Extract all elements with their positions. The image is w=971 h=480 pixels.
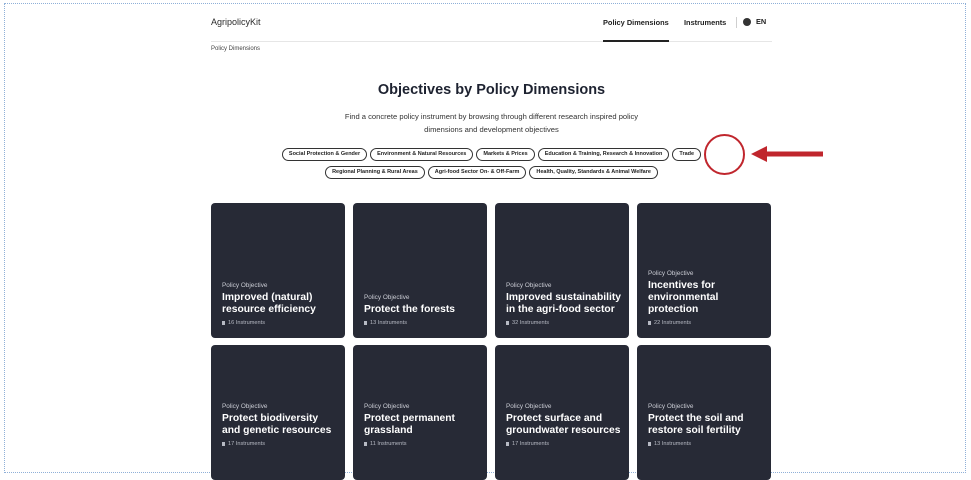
card-kicker: Policy Objective	[364, 294, 410, 301]
document-icon	[648, 321, 651, 325]
card-instrument-count: 16 Instruments	[228, 320, 265, 326]
card-instrument-count: 22 Instruments	[654, 320, 691, 326]
dimension-pill-education[interactable]: Education & Training, Research & Innovat…	[537, 148, 670, 161]
breadcrumb[interactable]: Policy Dimensions	[211, 46, 260, 52]
objective-card[interactable]: Policy Objective Improved (natural) reso…	[211, 203, 345, 338]
nav-instruments[interactable]: Instruments	[684, 18, 726, 27]
card-title: Protect the soil and restore soil fertil…	[648, 413, 744, 436]
dimension-pill-markets[interactable]: Markets & Prices	[476, 148, 535, 161]
page-subtitle: Find a concrete policy instrument by bro…	[344, 112, 639, 134]
dimension-pill-social-protection[interactable]: Social Protection & Gender	[281, 148, 368, 161]
page: AgripolicyKit Policy Dimensions Instrume…	[211, 0, 772, 480]
dimension-filters: Social Protection & Gender Environment &…	[211, 148, 772, 184]
language-label: EN	[756, 17, 767, 26]
objective-card[interactable]: Policy Objective Incentives for environm…	[637, 203, 771, 338]
objective-card[interactable]: Policy Objective Protect permanent grass…	[353, 345, 487, 480]
document-icon	[506, 442, 509, 446]
dimension-pill-regional-planning[interactable]: Regional Planning & Rural Areas	[325, 166, 425, 179]
highlight-circle-annotation	[704, 134, 745, 175]
language-switcher[interactable]: EN	[743, 17, 766, 26]
objective-card[interactable]: Policy Objective Protect the forests 13 …	[353, 203, 487, 338]
card-title: Incentives for environmental protection	[648, 280, 719, 315]
dimension-pill-trade[interactable]: Trade	[672, 148, 702, 161]
objective-card[interactable]: Policy Objective Protect the soil and re…	[637, 345, 771, 480]
card-instrument-count: 17 Instruments	[512, 441, 549, 447]
card-instrument-count: 32 Instruments	[512, 320, 549, 326]
card-kicker: Policy Objective	[222, 282, 268, 289]
document-icon	[364, 442, 367, 446]
document-icon	[222, 321, 225, 325]
card-kicker: Policy Objective	[364, 403, 410, 410]
page-title: Objectives by Policy Dimensions	[377, 82, 606, 98]
objective-card[interactable]: Policy Objective Protect surface and gro…	[495, 345, 629, 480]
card-title: Protect permanent grassland	[364, 413, 455, 436]
card-instrument-count: 17 Instruments	[228, 441, 265, 447]
objective-card[interactable]: Policy Objective Protect biodiversity an…	[211, 345, 345, 480]
card-kicker: Policy Objective	[506, 403, 552, 410]
objective-card[interactable]: Policy Objective Improved sustainability…	[495, 203, 629, 338]
brand-logo[interactable]: AgripolicyKit	[211, 17, 261, 27]
document-icon	[364, 321, 367, 325]
card-title: Protect biodiversity and genetic resourc…	[222, 413, 332, 436]
red-arrow-annotation-icon	[751, 146, 823, 162]
card-title: Improved sustainability in the agri-food…	[506, 292, 622, 315]
document-icon	[222, 442, 225, 446]
card-instrument-count: 13 Instruments	[654, 441, 691, 447]
top-nav: AgripolicyKit Policy Dimensions Instrume…	[211, 0, 772, 42]
nav-policy-dimensions[interactable]: Policy Dimensions	[603, 18, 669, 42]
dimension-pill-health[interactable]: Health, Quality, Standards & Animal Welf…	[529, 166, 658, 179]
document-icon	[648, 442, 651, 446]
dimension-pill-environment[interactable]: Environment & Natural Resources	[370, 148, 474, 161]
card-kicker: Policy Objective	[506, 282, 552, 289]
card-title: Protect the forests	[364, 304, 455, 315]
card-kicker: Policy Objective	[222, 403, 268, 410]
nav-divider	[736, 17, 737, 28]
card-kicker: Policy Objective	[648, 403, 694, 410]
card-instrument-count: 11 Instruments	[370, 441, 407, 447]
card-kicker: Policy Objective	[648, 270, 694, 277]
globe-icon	[743, 17, 751, 26]
card-title: Protect surface and groundwater resource…	[506, 413, 621, 436]
card-instrument-count: 13 Instruments	[370, 320, 407, 326]
card-title: Improved (natural) resource efficiency	[222, 292, 316, 315]
dimension-pill-agri-food[interactable]: Agri-food Sector On- & Off-Farm	[427, 166, 527, 179]
document-icon	[506, 321, 509, 325]
